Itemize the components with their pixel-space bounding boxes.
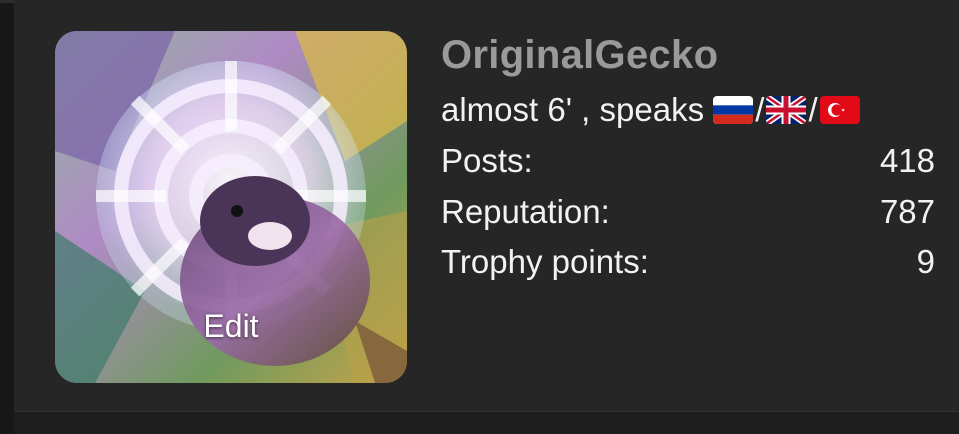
turkey-flag-icon	[819, 96, 860, 124]
uk-flag-icon	[766, 96, 807, 124]
stat-value[interactable]: 9	[917, 243, 935, 281]
stat-value[interactable]: 787	[880, 193, 935, 231]
bottom-divider	[14, 411, 959, 434]
avatar-edit-label[interactable]: Edit	[55, 308, 407, 345]
stat-value[interactable]: 418	[880, 142, 935, 180]
avatar[interactable]: Edit	[55, 31, 407, 383]
stat-posts: Posts: 418	[441, 142, 935, 180]
user-title: almost 6' , speaks / /	[441, 91, 860, 129]
flag-separator: /	[755, 91, 765, 128]
stat-trophy-points: Trophy points: 9	[441, 243, 935, 281]
stat-label: Reputation:	[441, 193, 610, 230]
stat-label: Posts:	[441, 142, 533, 179]
user-title-text: almost 6' , speaks	[441, 91, 705, 128]
stat-label: Trophy points:	[441, 243, 649, 280]
russia-flag-icon	[713, 96, 754, 124]
username[interactable]: OriginalGecko	[441, 33, 718, 78]
stat-reputation: Reputation: 787	[441, 193, 935, 231]
flag-separator: /	[808, 91, 818, 128]
